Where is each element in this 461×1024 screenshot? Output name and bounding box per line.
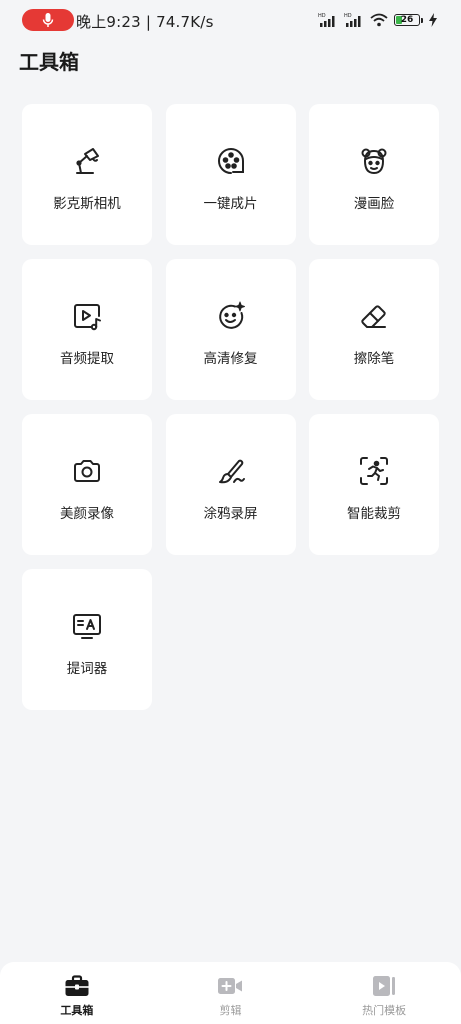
status-indicators: HD HD 26 — [318, 10, 437, 30]
tool-card-hd-restore[interactable]: 高清修复 — [165, 259, 296, 400]
nav-item-toolbox[interactable]: 工具箱 — [2, 962, 152, 1018]
charging-bolt-icon — [429, 13, 437, 27]
tool-label: 高清修复 — [203, 351, 258, 367]
status-bar: 晚上9:23 | 74.7K/s HD HD 26 — [0, 0, 461, 40]
battery-indicator: 26 — [394, 14, 423, 26]
wifi-icon — [370, 13, 388, 27]
cell-signal-icon: HD — [318, 13, 335, 27]
tool-card-doodle-recording[interactable]: 涂鸦录屏 — [165, 414, 296, 555]
tool-grid: 影克斯相机 一键成片 漫画脸 音频提取 高清修复 擦除笔 美颜录像 涂鸦录屏 智… — [22, 104, 439, 710]
screen-record-indicator[interactable] — [22, 9, 74, 31]
tool-card-audio-extract[interactable]: 音频提取 — [22, 259, 152, 400]
eraser-icon — [357, 299, 391, 333]
page-title: 工具箱 — [19, 50, 79, 74]
teleprompter-icon — [70, 609, 104, 643]
tool-label: 美颜录像 — [60, 506, 114, 522]
desk-lamp-icon — [70, 144, 104, 178]
film-reel-icon — [214, 144, 248, 178]
tool-card-eraser-pen[interactable]: 擦除笔 — [309, 259, 439, 400]
tool-label: 智能裁剪 — [347, 506, 401, 522]
tool-label: 影克斯相机 — [53, 196, 121, 212]
paintbrush-icon — [214, 454, 248, 488]
tool-label: 漫画脸 — [353, 196, 395, 212]
nav-item-edit[interactable]: 剪辑 — [155, 962, 305, 1018]
battery-level: 26 — [400, 15, 414, 25]
microphone-icon — [42, 13, 54, 27]
audio-extract-icon — [70, 299, 104, 333]
tool-label: 提词器 — [66, 661, 108, 677]
tool-label: 一键成片 — [203, 196, 258, 212]
signal-hd-label: HD — [318, 13, 326, 19]
bottom-nav: 工具箱 剪辑 热门模板 — [0, 962, 461, 1024]
video-add-icon — [218, 978, 243, 994]
tool-card-one-click-video[interactable]: 一键成片 — [165, 104, 296, 245]
running-figure-scan-icon — [357, 454, 391, 488]
tool-card-teleprompter[interactable]: 提词器 — [22, 569, 152, 710]
status-time-speed: 晚上9:23 | 74.7K/s — [76, 13, 214, 31]
camera-icon — [70, 454, 104, 488]
signal-hd-label-2: HD — [344, 13, 352, 19]
sparkle-face-icon — [214, 299, 248, 333]
nav-label: 剪辑 — [219, 1004, 242, 1017]
tool-card-smart-crop[interactable]: 智能裁剪 — [309, 414, 439, 555]
tool-card-beauty-recording[interactable]: 美颜录像 — [22, 414, 152, 555]
battery-cap — [421, 17, 423, 23]
tool-card-cartoon-face[interactable]: 漫画脸 — [309, 104, 439, 245]
nav-item-hot-templates[interactable]: 热门模板 — [309, 962, 459, 1018]
cartoon-face-icon — [357, 144, 391, 178]
toolbox-icon — [65, 975, 89, 996]
tool-label: 音频提取 — [60, 351, 114, 367]
tool-card-yingkesi-camera[interactable]: 影克斯相机 — [22, 104, 152, 245]
cell-signal-icon-2: HD — [344, 13, 361, 27]
template-icon — [373, 976, 396, 996]
battery-body: 26 — [394, 14, 420, 26]
tool-label: 涂鸦录屏 — [203, 506, 258, 522]
nav-label: 热门模板 — [362, 1004, 407, 1017]
nav-label: 工具箱 — [60, 1004, 94, 1017]
tool-label: 擦除笔 — [353, 351, 395, 367]
